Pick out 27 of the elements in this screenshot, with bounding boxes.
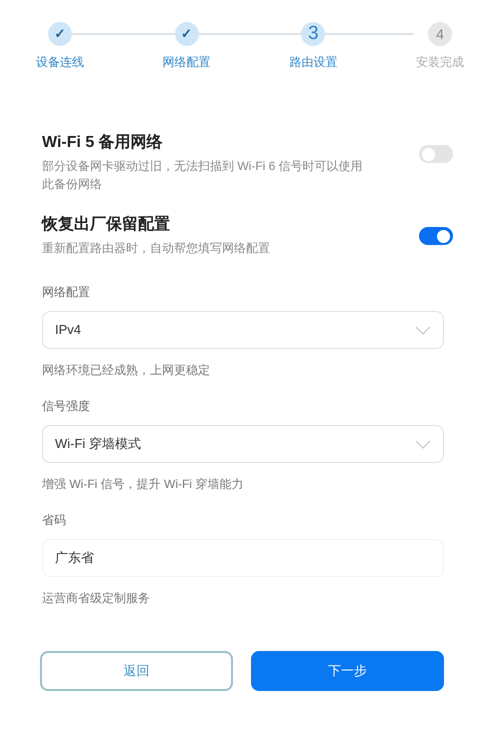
step-number: 3 (301, 22, 326, 46)
field-hint: 网络环境已经成熟，上网更稳定 (42, 362, 211, 379)
field-label: 信号强度 (42, 398, 91, 415)
toggle-switch[interactable] (419, 145, 453, 163)
step-label: 网络配置 (162, 54, 211, 71)
step-label: 设备连线 (36, 54, 84, 71)
toggle-switch[interactable] (419, 227, 453, 245)
field-hint: 运营商省级定制服务 (42, 590, 151, 607)
field-label: 网络配置 (42, 284, 91, 301)
dropdown[interactable]: Wi-Fi 穿墙模式 (42, 425, 444, 463)
next-button[interactable]: 下一步 (251, 651, 444, 691)
field-label: 省码 (42, 512, 67, 529)
chevron-down-icon (415, 440, 431, 448)
field-hint: 增强 Wi-Fi 信号，提升 Wi-Fi 穿墙能力 (42, 476, 244, 493)
setting-description: 部分设备网卡驱动过旧，无法扫描到 Wi-Fi 6 信号时可以使用此备份网络 (42, 158, 364, 193)
step-label: 安装完成 (416, 54, 464, 71)
setting-title: 恢复出厂保留配置 (42, 214, 171, 235)
step-label: 路由设置 (289, 54, 338, 71)
chevron-down-icon (415, 326, 431, 334)
setting-description: 重新配置路由器时，自动帮您填写网络配置 (42, 240, 271, 257)
dropdown[interactable]: IPv4 (42, 311, 444, 349)
back-button[interactable]: 返回 (40, 651, 233, 691)
check-icon: ✓ (174, 22, 199, 46)
setting-title: Wi-Fi 5 备用网络 (42, 132, 164, 153)
step-number: 4 (428, 22, 452, 46)
input-field[interactable]: 广东省 (42, 539, 444, 577)
check-icon: ✓ (48, 22, 72, 46)
